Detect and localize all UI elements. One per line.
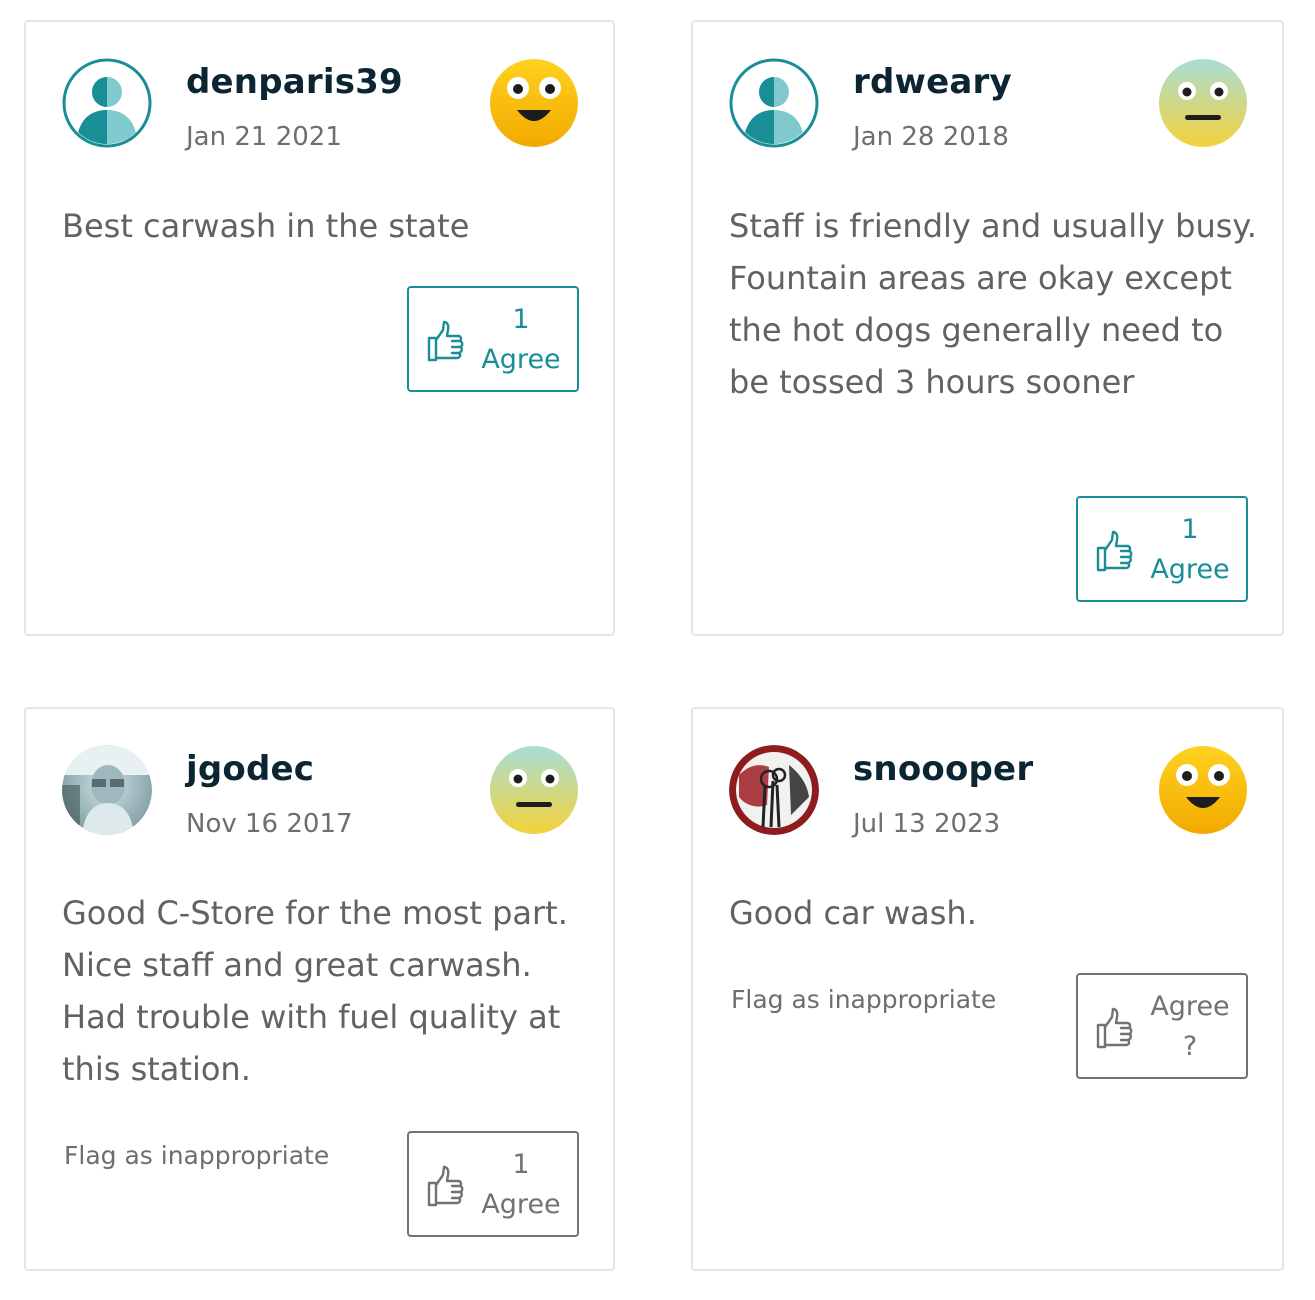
review-date: Jan 28 2018: [853, 122, 1009, 152]
neutral-face-icon: [489, 745, 579, 835]
agree-count: 1: [512, 304, 530, 335]
review-date: Nov 16 2017: [186, 809, 353, 839]
agree-count: 1: [512, 1149, 530, 1180]
review-text: Good C-Store for the most part. Nice sta…: [62, 894, 568, 1088]
review-card: denparis39 Jan 21 2021 Best carwash in t…: [24, 20, 615, 636]
user-photo-avatar[interactable]: [729, 745, 819, 835]
agree-button[interactable]: Agree ?: [1076, 973, 1248, 1079]
agree-label: Agree: [1150, 554, 1230, 585]
review-date: Jul 13 2023: [853, 809, 1001, 839]
agree-label: Agree: [1150, 991, 1230, 1022]
flag-inappropriate-link[interactable]: Flag as inappropriate: [731, 985, 996, 1014]
review-card: snoooper Jul 13 2023 Good car wash. Flag…: [691, 707, 1284, 1271]
review-card: rdweary Jan 28 2018 Staff is friendly an…: [691, 20, 1284, 636]
username[interactable]: snoooper: [853, 749, 1033, 789]
happy-face-icon: [489, 58, 579, 148]
review-text: Staff is friendly and usually busy. Foun…: [729, 207, 1257, 401]
username[interactable]: jgodec: [186, 749, 314, 789]
username[interactable]: denparis39: [186, 62, 403, 102]
thumbs-up-icon: [1094, 528, 1136, 574]
agree-button[interactable]: 1 Agree: [407, 286, 579, 392]
review-text: Best carwash in the state: [62, 207, 470, 245]
agree-label: Agree: [481, 344, 561, 375]
agree-count: 1: [1181, 514, 1199, 545]
agree-button[interactable]: 1 Agree: [1076, 496, 1248, 602]
agree-count: ?: [1182, 1031, 1198, 1062]
review-card: jgodec Nov 16 2017 Good C-Store for the …: [24, 707, 615, 1271]
username[interactable]: rdweary: [853, 62, 1012, 102]
user-photo-avatar[interactable]: [62, 745, 152, 835]
thumbs-up-icon: [425, 318, 467, 364]
default-avatar-icon[interactable]: [62, 58, 152, 148]
flag-inappropriate-link[interactable]: Flag as inappropriate: [64, 1141, 329, 1170]
thumbs-up-icon: [1094, 1005, 1136, 1051]
agree-label: Agree: [481, 1189, 561, 1220]
agree-button[interactable]: 1 Agree: [407, 1131, 579, 1237]
review-date: Jan 21 2021: [186, 122, 342, 152]
default-avatar-icon[interactable]: [729, 58, 819, 148]
review-text: Good car wash.: [729, 894, 977, 932]
thumbs-up-icon: [425, 1163, 467, 1209]
happy-face-icon: [1158, 745, 1248, 835]
neutral-face-icon: [1158, 58, 1248, 148]
